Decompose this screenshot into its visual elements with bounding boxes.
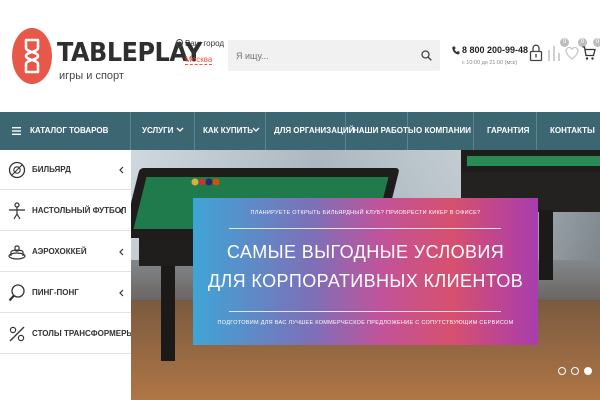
chevron-down-icon	[176, 127, 184, 132]
city-value[interactable]: Москва	[185, 55, 213, 65]
sidebar-item-label: Пинг-понг	[32, 288, 79, 297]
sidebar-item-label: Столы трансформеры	[32, 329, 135, 338]
slider-dot-active[interactable]	[584, 367, 592, 375]
hero-billiard-table-back	[461, 150, 600, 172]
nav-catalog-label: Каталог товаров	[30, 126, 109, 135]
hero-slider[interactable]: Планируете открыть бильярдный клуб? Прио…	[131, 150, 600, 400]
nav-item-label: Гарантия	[487, 126, 530, 135]
nav-item-label: Для организаций	[274, 126, 355, 135]
transformer-table-icon	[9, 326, 25, 342]
phone-hours: с 10:00 до 21:00 (мск)	[462, 60, 518, 66]
nav-item-label: Наши работы	[353, 126, 416, 135]
phone-number[interactable]: 8 800 200-99-48	[462, 45, 528, 55]
promo-headline-2: для корпоративных клиентов	[207, 271, 524, 291]
compare-button[interactable]: 0	[547, 38, 569, 64]
city-label: Ваш город	[185, 39, 225, 48]
sidebar-item-transformer-tables[interactable]: Столы трансформеры	[0, 314, 135, 354]
table-leg	[539, 210, 553, 280]
nav-item-about[interactable]: О компании	[408, 112, 474, 150]
nav-item-label: О компании	[416, 126, 472, 135]
compare-icon	[548, 46, 560, 61]
table-leg	[161, 266, 175, 361]
heart-icon	[565, 46, 579, 60]
promo-headline-1: Самые выгодные условия	[226, 242, 505, 262]
chevron-left-icon	[119, 166, 124, 174]
search-icon[interactable]	[421, 50, 432, 61]
chevron-left-icon	[119, 207, 124, 215]
billiard-icon	[8, 161, 26, 179]
main-nav: Каталог товаров Услуги Как купить Для ор…	[0, 112, 600, 150]
nav-item-label: Услуги	[142, 126, 174, 135]
nav-item-organizations[interactable]: Для организаций	[266, 112, 354, 150]
sidebar-item-ping-pong[interactable]: Пинг-понг	[0, 273, 131, 313]
chevron-left-icon	[119, 248, 124, 256]
chevron-down-icon	[252, 127, 260, 132]
nav-item-our-works[interactable]: Наши работы	[346, 112, 416, 150]
lock-icon	[529, 44, 543, 62]
nav-catalog[interactable]: Каталог товаров	[0, 112, 131, 150]
nav-item-contacts[interactable]: Контакты	[537, 112, 600, 150]
promo-divider	[229, 311, 501, 312]
promo-top-text: Планируете открыть бильярдный клуб? Прио…	[250, 210, 481, 216]
nav-item-label: Как купить	[203, 126, 253, 135]
search-input[interactable]	[228, 40, 413, 71]
sidebar-item-label: Настольный футбол	[32, 206, 127, 215]
ping-pong-icon	[8, 284, 25, 302]
catalog-sidebar: Бильярд Настольный футбол Аэрохоккей Пин…	[0, 150, 135, 400]
sidebar-item-billiard[interactable]: Бильярд	[0, 150, 131, 190]
nav-item-warranty[interactable]: Гарантия	[474, 112, 537, 150]
promo-banner[interactable]: Планируете открыть бильярдный клуб? Прио…	[193, 198, 538, 345]
sidebar-item-foosball[interactable]: Настольный футбол	[0, 191, 131, 231]
account-button[interactable]	[529, 44, 547, 64]
location-pin-icon	[176, 39, 183, 49]
cart-button[interactable]: 0	[582, 38, 600, 64]
billiard-balls-icon	[191, 178, 220, 186]
nav-item-label: Контакты	[550, 126, 595, 135]
logo-mark[interactable]	[12, 24, 52, 86]
menu-icon	[12, 127, 21, 135]
foosball-icon	[9, 202, 25, 220]
site-header: TABLEPLAY игры и спорт Ваш город Москва …	[0, 0, 600, 112]
promo-bottom-text: Подготовим для вас лучшее коммерческое п…	[217, 320, 514, 326]
sidebar-item-label: Бильярд	[32, 165, 71, 174]
cart-icon	[582, 46, 596, 60]
slider-dot[interactable]	[558, 367, 566, 375]
chevron-left-icon	[119, 289, 124, 297]
slider-pagination	[556, 367, 596, 377]
search-box	[228, 40, 440, 71]
slider-dot[interactable]	[571, 367, 579, 375]
sidebar-item-label: Аэрохоккей	[32, 247, 87, 256]
promo-divider	[229, 228, 501, 229]
sidebar-item-air-hockey[interactable]: Аэрохоккей	[0, 232, 131, 272]
phone-icon	[452, 46, 460, 55]
brand-tagline: игры и спорт	[59, 70, 124, 82]
nav-item-how-to-buy[interactable]: Как купить	[195, 112, 266, 150]
nav-item-services[interactable]: Услуги	[131, 112, 195, 150]
cart-count-badge: 0	[593, 38, 600, 47]
air-hockey-icon	[8, 245, 26, 260]
favorites-button[interactable]: 0	[565, 38, 587, 64]
